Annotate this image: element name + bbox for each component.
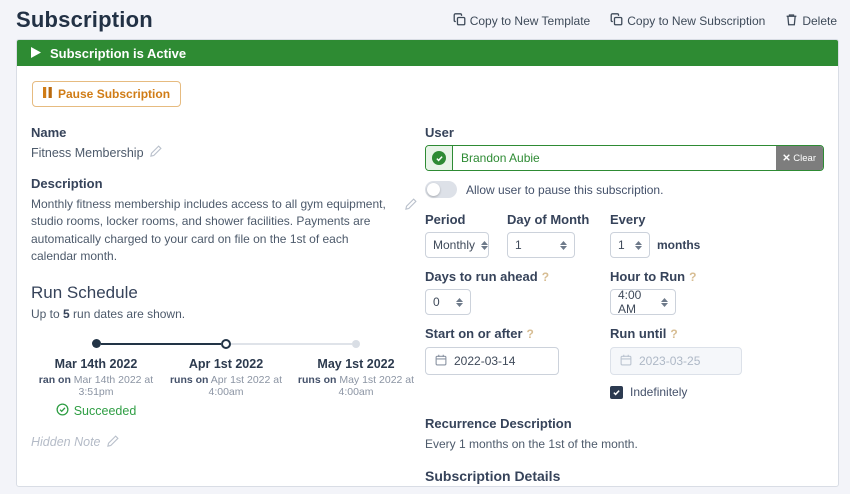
status-banner-text: Subscription is Active [50, 46, 186, 61]
indefinitely-label: Indefinitely [630, 385, 687, 399]
delete-button[interactable]: Delete [785, 13, 837, 29]
description-value: Monthly fitness membership includes acce… [31, 196, 397, 266]
help-icon[interactable]: ? [542, 270, 549, 284]
indefinitely-checkbox[interactable] [610, 386, 623, 399]
timeline-event-completed: Mar 14th 2022 ran on Mar 14th 2022 at 3:… [31, 338, 161, 419]
play-icon [31, 46, 41, 61]
timeline-dot-completed [92, 339, 101, 348]
name-value: Fitness Membership [31, 146, 144, 160]
edit-name-icon[interactable] [150, 145, 162, 160]
copy-to-new-subscription-label: Copy to New Subscription [627, 14, 765, 28]
user-field-group: Clear [425, 145, 824, 171]
subscription-card: Subscription is Active Pause Subscriptio… [16, 39, 839, 487]
subscription-details-heading: Subscription Details [425, 468, 824, 484]
timeline-detail: ran on Mar 14th 2022 at 3:51pm [31, 374, 161, 398]
calendar-icon [435, 354, 447, 369]
stepper-arrows-icon [635, 241, 642, 250]
allow-pause-label: Allow user to pause this subscription. [466, 183, 663, 197]
indefinitely-row: Indefinitely [610, 385, 824, 399]
stepper-arrows-icon [456, 298, 463, 307]
days-ahead-stepper[interactable]: 0 [425, 289, 471, 315]
select-arrows-icon [661, 298, 668, 307]
start-date-value: 2022-03-14 [454, 354, 515, 368]
run-until-date-value: 2023-03-25 [639, 354, 700, 368]
start-on-label: Start on or after? [425, 326, 610, 341]
days-ahead-label: Days to run ahead? [425, 269, 610, 284]
hour-to-run-select[interactable]: 4:00 AM [610, 289, 676, 315]
timeline-dot-next [221, 339, 231, 349]
run-schedule-timeline: Mar 14th 2022 ran on Mar 14th 2022 at 3:… [31, 338, 419, 419]
edit-hidden-note-icon[interactable] [107, 435, 119, 450]
select-arrows-icon [560, 241, 567, 250]
header-actions: Copy to New Template Copy to New Subscri… [453, 13, 837, 29]
run-until-label: Run until? [610, 326, 824, 341]
hidden-note-label: Hidden Note [31, 435, 101, 449]
timeline-date: May 1st 2022 [291, 357, 421, 371]
timeline-date: Mar 14th 2022 [31, 357, 161, 371]
period-select[interactable]: Monthly [425, 232, 489, 258]
name-label: Name [31, 125, 419, 140]
day-of-month-select[interactable]: 1 [507, 232, 575, 258]
user-label: User [425, 125, 824, 140]
every-unit-label: months [657, 238, 700, 258]
calendar-icon [620, 354, 632, 369]
start-date-input[interactable]: 2022-03-14 [425, 347, 559, 375]
clear-user-button[interactable]: Clear [776, 146, 823, 170]
timeline-status: Succeeded [56, 403, 137, 419]
timeline-event-next: Apr 1st 2022 runs on Apr 1st 2022 at 4:0… [161, 338, 291, 419]
clear-label: Clear [793, 153, 816, 164]
period-label: Period [425, 212, 507, 227]
run-until-date-input: 2023-03-25 [610, 347, 742, 375]
user-valid-addon [426, 146, 453, 170]
edit-description-icon[interactable] [405, 198, 417, 213]
pause-subscription-button[interactable]: Pause Subscription [32, 81, 181, 107]
hour-to-run-label: Hour to Run? [610, 269, 824, 284]
hidden-note: Hidden Note [31, 435, 119, 450]
help-icon[interactable]: ? [689, 270, 696, 284]
copy-to-new-template-label: Copy to New Template [470, 14, 591, 28]
check-circle-icon [432, 151, 446, 165]
run-schedule-subtitle: Up to 5 run dates are shown. [31, 307, 419, 321]
copy-icon [610, 13, 623, 29]
timeline-dot-future [352, 340, 360, 348]
help-icon[interactable]: ? [670, 327, 677, 341]
run-schedule-title: Run Schedule [31, 283, 419, 303]
user-input[interactable] [453, 146, 776, 170]
x-icon [783, 153, 790, 164]
timeline-detail: runs on Apr 1st 2022 at 4:00am [161, 374, 291, 398]
timeline-detail: runs on May 1st 2022 at 4:00am [291, 374, 421, 398]
copy-to-new-template-button[interactable]: Copy to New Template [453, 13, 591, 29]
delete-label: Delete [802, 14, 837, 28]
allow-pause-toggle[interactable] [425, 181, 457, 198]
every-label: Every [610, 212, 824, 227]
help-icon[interactable]: ? [527, 327, 534, 341]
trash-icon [785, 13, 798, 29]
select-arrows-icon [481, 241, 488, 250]
copy-to-new-subscription-button[interactable]: Copy to New Subscription [610, 13, 765, 29]
pause-subscription-label: Pause Subscription [58, 87, 170, 101]
day-of-month-label: Day of Month [507, 212, 610, 227]
right-column: User Clear Allow user to pause this subs… [423, 125, 832, 494]
timeline-event-future: May 1st 2022 runs on May 1st 2022 at 4:0… [291, 338, 421, 419]
page-title: Subscription [16, 7, 153, 33]
description-label: Description [31, 176, 419, 191]
page-header: Subscription Copy to New Template Copy t… [0, 0, 850, 33]
every-stepper[interactable]: 1 [610, 232, 650, 258]
recurrence-description-text: Every 1 months on the 1st of the month. [425, 437, 824, 451]
copy-icon [453, 13, 466, 29]
recurrence-description-heading: Recurrence Description [425, 416, 824, 431]
pause-toggle-row: Allow user to pause this subscription. [425, 181, 824, 198]
status-banner: Subscription is Active [17, 40, 838, 66]
check-circle-icon [56, 403, 69, 419]
timeline-date: Apr 1st 2022 [161, 357, 291, 371]
left-column: Name Fitness Membership Description Mont… [31, 125, 423, 494]
pause-icon [43, 87, 52, 101]
